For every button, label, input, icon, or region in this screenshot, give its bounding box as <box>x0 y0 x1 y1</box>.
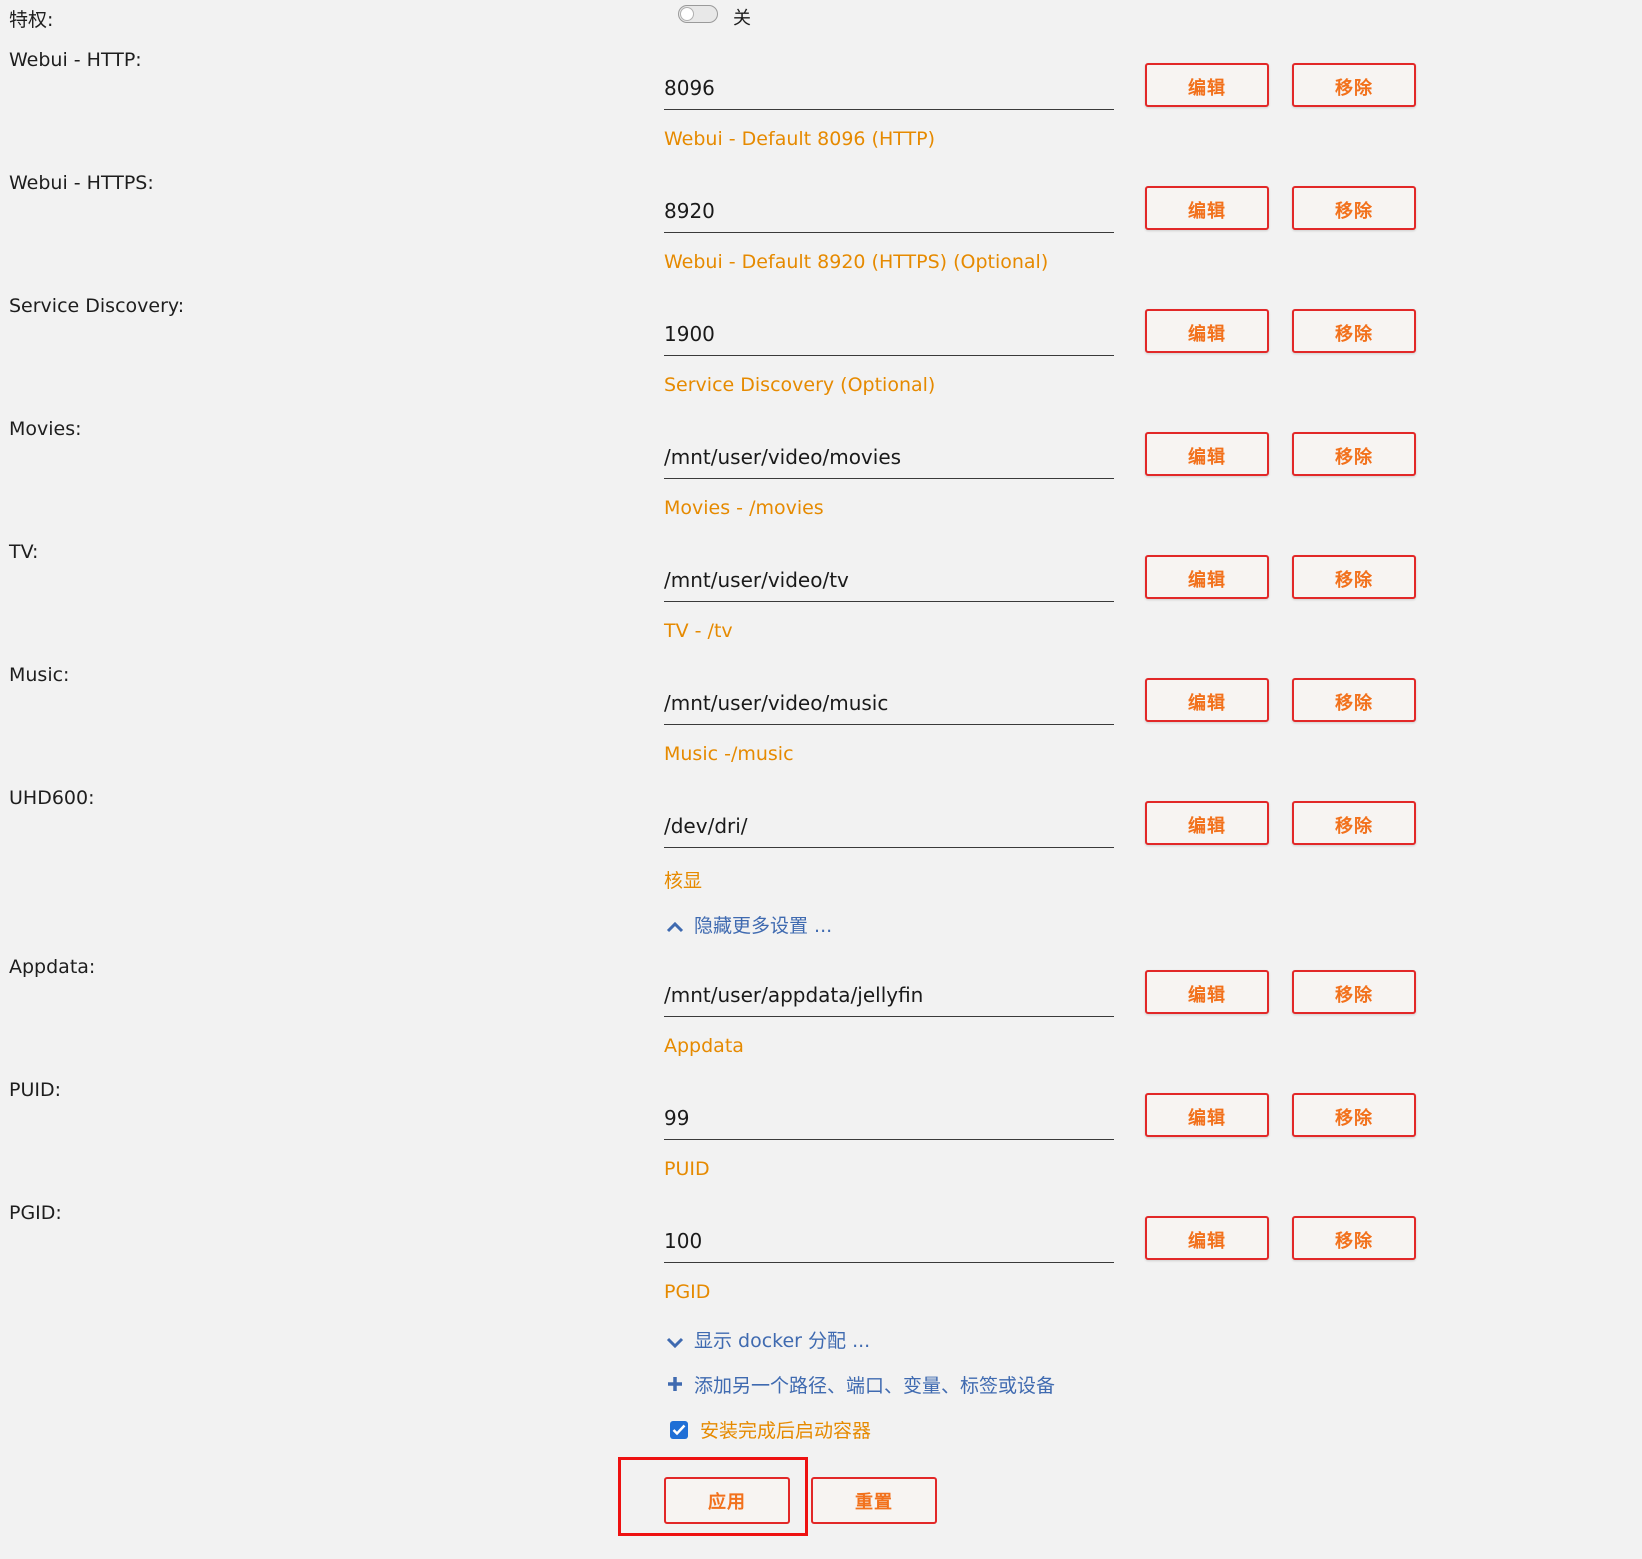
entry-value-field[interactable]: 100 <box>664 1223 1114 1263</box>
entry-label: Webui - HTTP: <box>9 49 142 71</box>
chevron-down-icon <box>666 1331 686 1353</box>
entry-value-field[interactable]: 1900 <box>664 316 1114 356</box>
show-docker-allocations-link[interactable]: 显示 docker 分配 ... <box>666 1326 870 1353</box>
entry-value-field[interactable]: 99 <box>664 1100 1114 1140</box>
entry-description: PGID <box>664 1281 711 1303</box>
edit-button[interactable]: 编辑 <box>1145 63 1269 107</box>
remove-button[interactable]: 移除 <box>1292 432 1416 476</box>
edit-button[interactable]: 编辑 <box>1145 1093 1269 1137</box>
remove-button[interactable]: 移除 <box>1292 678 1416 722</box>
entry-value-field[interactable]: /mnt/user/video/movies <box>664 439 1114 479</box>
entry-value-field[interactable]: /dev/dri/ <box>664 808 1114 848</box>
entry-description: TV - /tv <box>664 620 733 642</box>
remove-button[interactable]: 移除 <box>1292 63 1416 107</box>
entry-description: Webui - Default 8096 (HTTP) <box>664 128 935 150</box>
entry-value-field[interactable]: 8920 <box>664 193 1114 233</box>
toggle-knob <box>680 7 694 21</box>
entry-label: Music: <box>9 664 70 686</box>
remove-button[interactable]: 移除 <box>1292 801 1416 845</box>
entry-label: Movies: <box>9 418 82 440</box>
chevron-up-icon <box>666 916 686 938</box>
edit-button[interactable]: 编辑 <box>1145 186 1269 230</box>
entry-description: Appdata <box>664 1035 744 1057</box>
edit-button[interactable]: 编辑 <box>1145 309 1269 353</box>
entry-value-field[interactable]: /mnt/user/appdata/jellyfin <box>664 977 1114 1017</box>
entry-label: PGID: <box>9 1202 62 1224</box>
remove-button[interactable]: 移除 <box>1292 186 1416 230</box>
privileged-toggle[interactable] <box>678 5 718 23</box>
entry-value-field[interactable]: 8096 <box>664 70 1114 110</box>
remove-button[interactable]: 移除 <box>1292 555 1416 599</box>
entry-value-field[interactable]: /mnt/user/video/music <box>664 685 1114 725</box>
entry-description: 核显 <box>664 870 703 892</box>
edit-button[interactable]: 编辑 <box>1145 801 1269 845</box>
show-docker-allocations-label: 显示 docker 分配 ... <box>694 1330 871 1352</box>
add-another-item-label: 添加另一个路径、端口、变量、标签或设备 <box>694 1375 1056 1397</box>
entry-value-field[interactable]: /mnt/user/video/tv <box>664 562 1114 602</box>
privileged-label: 特权: <box>9 9 54 31</box>
edit-button[interactable]: 编辑 <box>1145 555 1269 599</box>
entry-description: Webui - Default 8920 (HTTPS) (Optional) <box>664 251 1049 273</box>
remove-button[interactable]: 移除 <box>1292 309 1416 353</box>
plus-icon <box>666 1375 686 1398</box>
entry-label: TV: <box>9 541 39 563</box>
entry-label: Service Discovery: <box>9 295 185 317</box>
apply-button[interactable]: 应用 <box>664 1477 790 1524</box>
entry-description: Service Discovery (Optional) <box>664 374 936 396</box>
privileged-state-label: 关 <box>733 8 751 29</box>
entry-description: Movies - /movies <box>664 497 824 519</box>
entry-label: PUID: <box>9 1079 61 1101</box>
start-after-install-label: 安装完成后启动容器 <box>700 1420 872 1442</box>
remove-button[interactable]: 移除 <box>1292 1093 1416 1137</box>
remove-button[interactable]: 移除 <box>1292 1216 1416 1260</box>
entry-label: Webui - HTTPS: <box>9 172 154 194</box>
entry-label: Appdata: <box>9 956 96 978</box>
entry-description: Music -/music <box>664 743 794 765</box>
entry-description: PUID <box>664 1158 710 1180</box>
remove-button[interactable]: 移除 <box>1292 970 1416 1014</box>
start-after-install-checkbox[interactable] <box>670 1420 688 1439</box>
edit-button[interactable]: 编辑 <box>1145 432 1269 476</box>
edit-button[interactable]: 编辑 <box>1145 678 1269 722</box>
edit-button[interactable]: 编辑 <box>1145 1216 1269 1260</box>
entry-label: UHD600: <box>9 787 95 809</box>
edit-button[interactable]: 编辑 <box>1145 970 1269 1014</box>
start-after-install-row: 安装完成后启动容器 <box>670 1416 871 1443</box>
hide-more-settings-link[interactable]: 隐藏更多设置 ... <box>666 911 832 938</box>
reset-button[interactable]: 重置 <box>811 1477 937 1524</box>
add-another-item-link[interactable]: 添加另一个路径、端口、变量、标签或设备 <box>666 1371 1055 1398</box>
hide-more-settings-label: 隐藏更多设置 ... <box>694 915 833 937</box>
